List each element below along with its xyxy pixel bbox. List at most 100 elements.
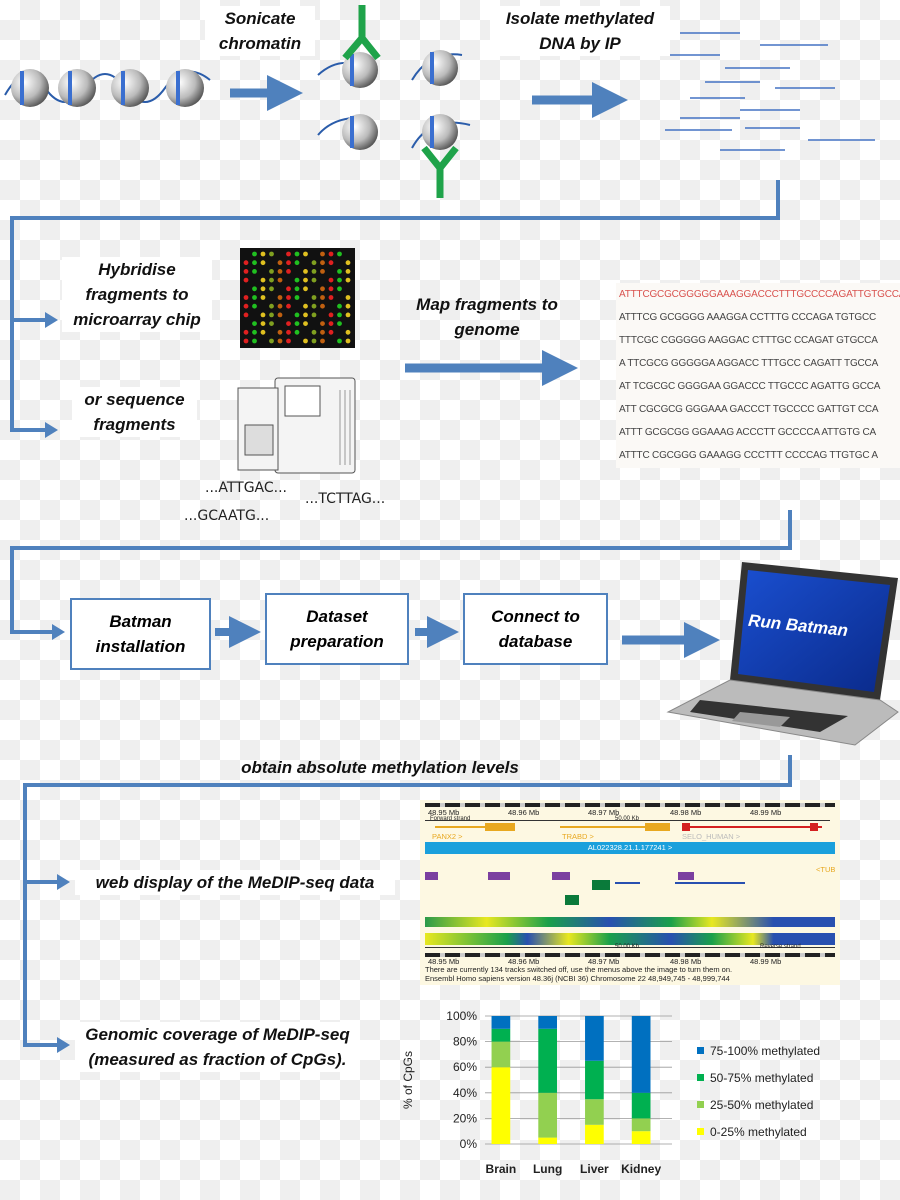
array-spot — [345, 260, 351, 266]
array-spot — [269, 269, 274, 274]
array-spot — [345, 277, 351, 283]
array-spot — [269, 338, 274, 344]
array-spot — [243, 260, 249, 266]
legend-label: 75-100% methylated — [710, 1044, 820, 1058]
array-spot — [337, 303, 342, 309]
x-tick-label: Liver — [580, 1162, 609, 1176]
array-spot — [311, 277, 317, 283]
obtain-levels-label: obtain absolute methylation levels — [241, 758, 519, 777]
array-spot — [252, 329, 257, 335]
x-tick-label: Kidney — [621, 1162, 661, 1176]
x-tick-label: Lung — [533, 1162, 562, 1176]
array-spot — [328, 295, 334, 300]
array-spot — [277, 269, 283, 274]
dataset-preparation-box: Dataset preparation — [265, 593, 409, 665]
legend-swatch — [697, 1101, 704, 1108]
array-spot — [260, 286, 266, 292]
tick-label: 48.99 Mb — [750, 957, 782, 966]
array-spot — [345, 295, 351, 300]
bar-segment — [538, 1028, 557, 1093]
read-sequence: ...ATTGAC... — [205, 480, 288, 496]
array-spot — [294, 260, 300, 266]
array-spot — [286, 286, 291, 292]
aligned-read: ATTTCG GCGGGG AAAGGA CCTTTG CCCAGA TGTGC… — [619, 312, 877, 323]
y-tick-label: 60% — [453, 1060, 477, 1074]
fragments-icon — [317, 5, 471, 198]
array-spot — [243, 329, 249, 335]
step-sequence-label: or sequence fragments — [72, 387, 197, 437]
array-spot — [252, 321, 257, 326]
y-tick-label: 80% — [453, 1035, 477, 1049]
y-axis-label: % of CpGs — [401, 1051, 415, 1109]
chromatin-icon — [4, 69, 211, 107]
array-spot — [345, 312, 351, 318]
microarray-chip-icon — [240, 248, 355, 348]
gene-label: SELO_HUMAN > — [682, 832, 741, 841]
bar-segment — [491, 1041, 511, 1068]
array-spot — [260, 312, 266, 318]
sequence-alignment: ATTTCGCGCGGGGGAAAGGACCCTTTGCCCCAGATTGTGC… — [616, 283, 900, 468]
coverage-label: Genomic coverage of MeDIP-seq (measured … — [75, 1022, 360, 1072]
array-spot — [286, 338, 291, 344]
array-spot — [260, 251, 266, 257]
array-spot — [294, 286, 300, 292]
array-spot — [345, 338, 351, 344]
array-spot — [294, 277, 300, 283]
reference-sequence: ATTTCGCGCGGGGGAAAGGACCCTTTGCCCCAGATTGTGC… — [619, 289, 900, 300]
array-spot — [243, 303, 249, 309]
connect-database-box: Connect to database — [463, 593, 608, 665]
footer-version: Ensembl Homo sapiens version 48.36j (NCB… — [425, 974, 730, 983]
read-sequence: ...GCAATG... — [184, 508, 270, 524]
gene-label: TRABD > — [562, 832, 594, 841]
methylation-coverage-chart: 0% 20% 40% 60% 80% 100% % of CpGs Brain Lung Live… — [401, 1009, 820, 1176]
array-spot — [337, 338, 342, 344]
array-spot — [243, 312, 249, 318]
dataset-preparation-label: Dataset preparation — [290, 607, 384, 651]
array-spot — [269, 321, 274, 326]
bar-segment — [631, 1016, 651, 1093]
array-spot — [269, 312, 274, 318]
array-spot — [260, 321, 266, 326]
array-spot — [277, 277, 283, 283]
web-display-label: web display of the MeDIP-seq data — [75, 870, 395, 895]
legend-label: 0-25% methylated — [710, 1125, 807, 1139]
array-spot — [337, 251, 342, 257]
bar-segment — [538, 1137, 557, 1144]
array-spot — [269, 251, 274, 257]
aligned-read: ATTTC CGCGGG GAAAGG CCCTTT CCCCAG TTGTGC… — [619, 450, 878, 461]
y-tick-label: 0% — [460, 1137, 478, 1151]
array-spot — [269, 286, 274, 292]
bar-segment — [585, 1124, 604, 1144]
aligned-read: ATT CGCGCG GGGAAA GACCCT TGCCCC GATTGT C… — [619, 404, 879, 415]
array-spot — [277, 329, 283, 335]
array-spot — [260, 277, 266, 283]
array-spot — [345, 303, 351, 309]
gene-label: PANX2 > — [432, 832, 463, 841]
array-spot — [260, 295, 266, 300]
array-spot — [286, 303, 291, 309]
array-spot — [294, 321, 300, 326]
array-spot — [269, 303, 274, 309]
array-spot — [320, 321, 325, 326]
batman-installation-box: Batman installation — [70, 598, 211, 670]
array-spot — [243, 295, 249, 300]
aligned-read: A TTCGCG GGGGGA AGGACC TTTGCC CAGATT TGC… — [619, 358, 879, 369]
array-spot — [320, 269, 325, 274]
array-spot — [252, 260, 257, 266]
step-sonicate-label: Sonicate chromatin — [205, 6, 315, 56]
x-tick-label: Brain — [486, 1162, 517, 1176]
legend-label: 25-50% methylated — [710, 1098, 813, 1112]
y-tick-label: 40% — [453, 1086, 477, 1100]
tick-label: 48.96 Mb — [508, 808, 540, 817]
array-spot — [328, 251, 334, 257]
array-spot — [337, 269, 342, 274]
array-spot — [252, 295, 257, 300]
legend-swatch — [697, 1074, 704, 1081]
bar-segment — [585, 1060, 604, 1100]
bar-segment — [631, 1118, 651, 1132]
array-spot — [328, 329, 334, 335]
array-spot — [294, 312, 300, 318]
array-spot — [328, 321, 334, 326]
aligned-read: AT TCGCGC GGGGAA GGACCC TTGCCC AGATTG GC… — [619, 381, 881, 392]
array-spot — [277, 295, 283, 300]
